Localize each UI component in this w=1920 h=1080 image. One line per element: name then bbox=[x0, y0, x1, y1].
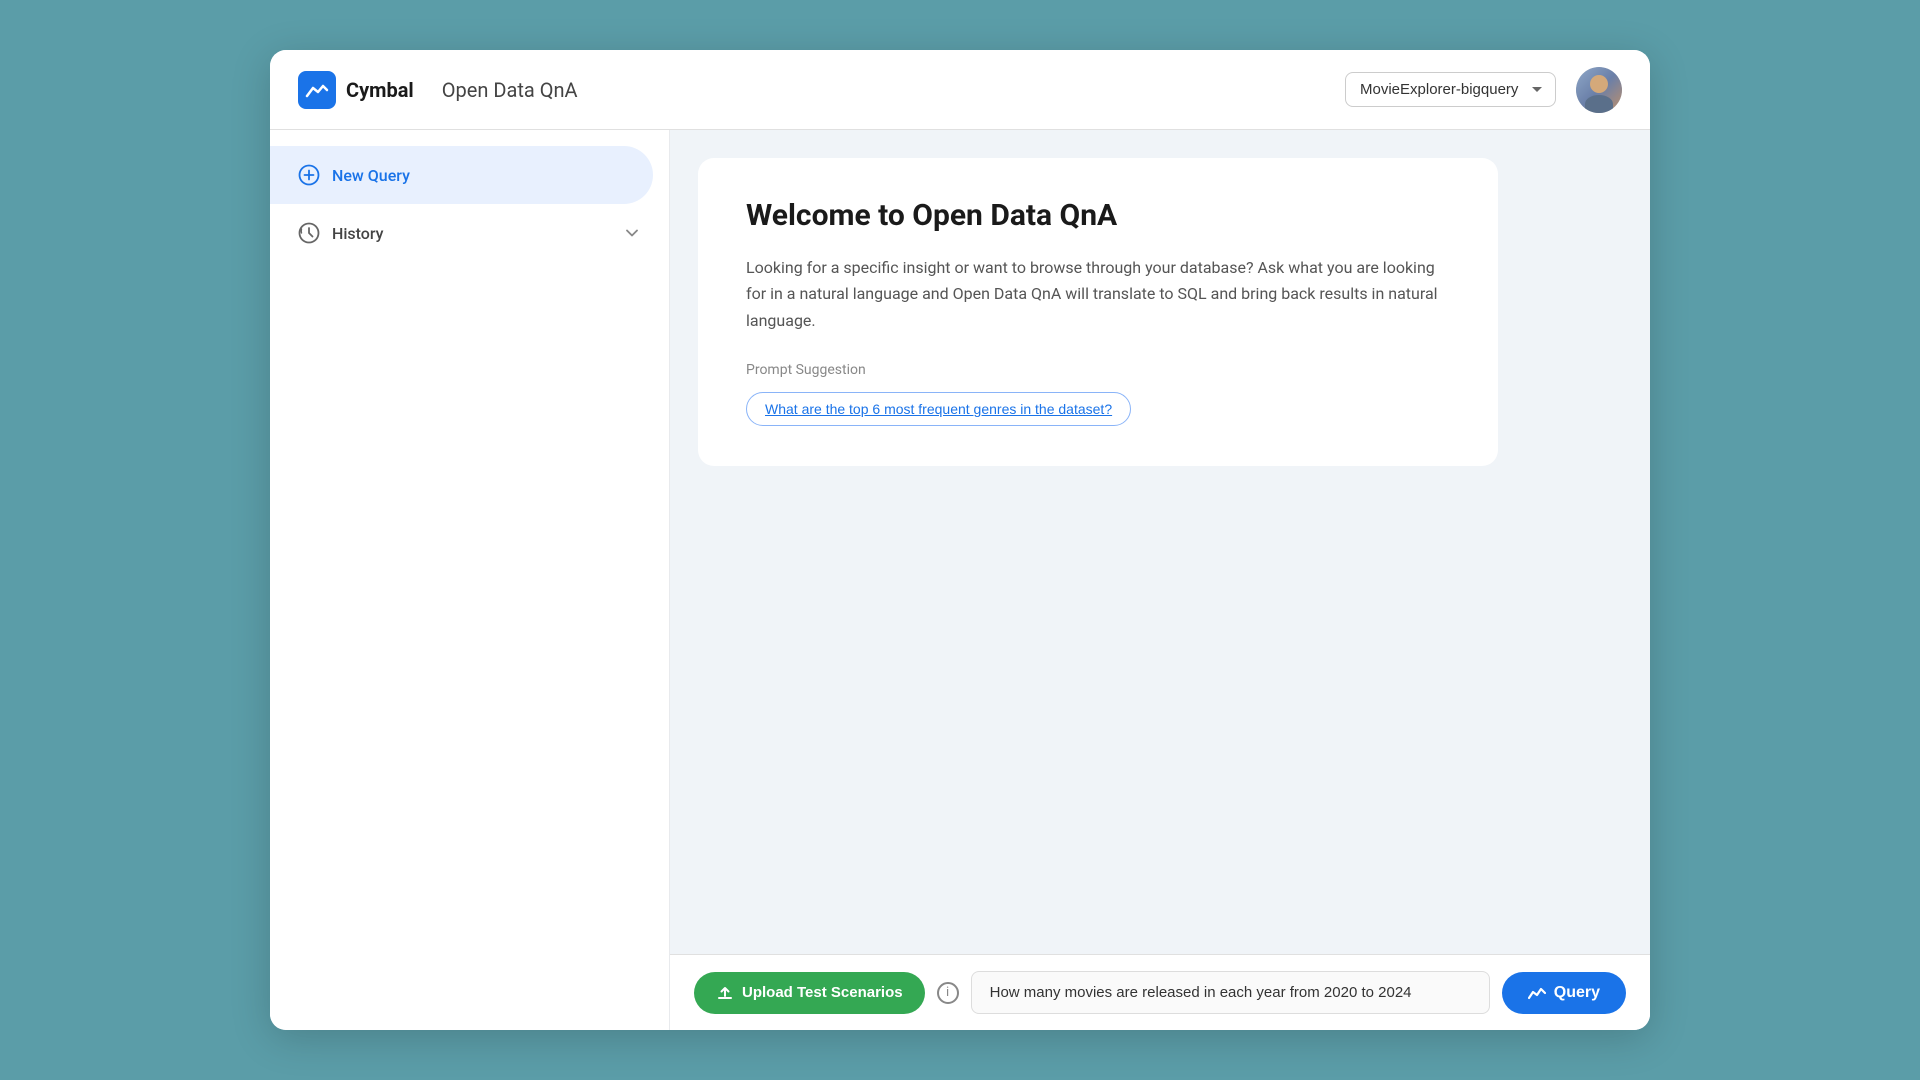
logo-area: Cymbal bbox=[298, 71, 414, 109]
query-button[interactable]: Query bbox=[1502, 972, 1626, 1014]
upload-test-scenarios-button[interactable]: Upload Test Scenarios bbox=[694, 972, 925, 1014]
logo-text: Cymbal bbox=[346, 78, 414, 102]
info-icon[interactable]: i bbox=[937, 982, 959, 1004]
upload-icon bbox=[716, 984, 734, 1002]
bottom-bar: Upload Test Scenarios i Query bbox=[670, 954, 1650, 1030]
content-area: Welcome to Open Data QnA Looking for a s… bbox=[670, 130, 1650, 1030]
prompt-suggestion-label: Prompt Suggestion bbox=[746, 362, 1450, 378]
chevron-down-icon bbox=[623, 224, 641, 242]
content-inner: Welcome to Open Data QnA Looking for a s… bbox=[670, 130, 1650, 954]
new-query-label: New Query bbox=[332, 166, 410, 185]
header-title: Open Data QnA bbox=[442, 78, 578, 102]
avatar[interactable] bbox=[1576, 67, 1622, 113]
sidebar: New Query History bbox=[270, 130, 670, 1030]
app-header: Cymbal Open Data QnA MovieExplorer-bigqu… bbox=[270, 50, 1650, 130]
welcome-title: Welcome to Open Data QnA bbox=[746, 198, 1450, 233]
logo-icon bbox=[298, 71, 336, 109]
sidebar-item-new-query[interactable]: New Query bbox=[270, 146, 653, 204]
query-icon bbox=[1528, 984, 1546, 1002]
welcome-description: Looking for a specific insight or want t… bbox=[746, 255, 1450, 334]
history-icon bbox=[298, 222, 320, 244]
upload-button-label: Upload Test Scenarios bbox=[742, 984, 903, 1001]
dataset-selector[interactable]: MovieExplorer-bigquery Dataset 2 Dataset… bbox=[1345, 72, 1556, 107]
prompt-chip[interactable]: What are the top 6 most frequent genres … bbox=[746, 392, 1131, 426]
sidebar-item-history[interactable]: History bbox=[270, 204, 669, 262]
query-button-label: Query bbox=[1554, 984, 1600, 1002]
query-input[interactable] bbox=[971, 971, 1490, 1014]
history-label: History bbox=[332, 224, 384, 243]
plus-circle-icon bbox=[298, 164, 320, 186]
welcome-card: Welcome to Open Data QnA Looking for a s… bbox=[698, 158, 1498, 466]
